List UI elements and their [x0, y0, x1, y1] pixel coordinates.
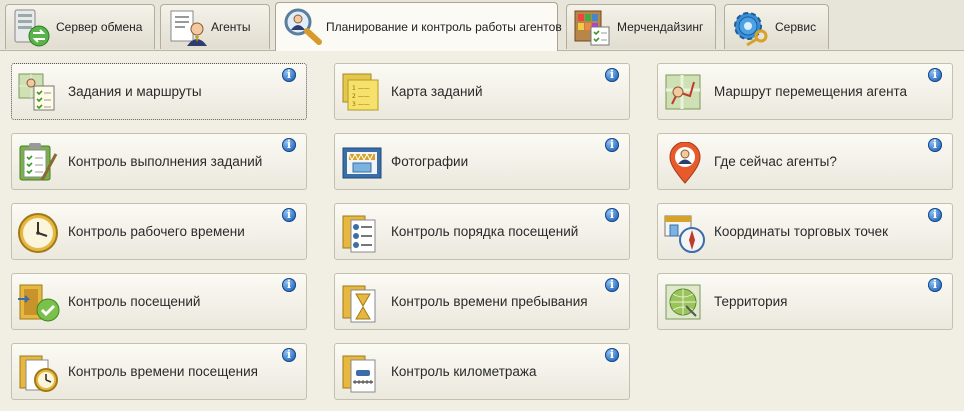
door-check-icon	[18, 284, 60, 322]
info-icon[interactable]: i	[282, 68, 296, 82]
info-icon[interactable]: i	[282, 348, 296, 362]
tab-bar: Сервер обмена Агенты Планирование и конт…	[0, 0, 964, 51]
tab-exchange-server[interactable]: Сервер обмена	[5, 4, 155, 49]
tile-visits-control[interactable]: Контроль посещений i	[11, 273, 307, 330]
tile-label: Задания и маршруты	[68, 84, 202, 99]
location-pin-agent-icon	[669, 142, 701, 184]
tiles-panel: Задания и маршруты i 1 —— 2 —— 3 —— Карт…	[0, 51, 964, 411]
tile-stay-time-control[interactable]: Контроль времени пребывания i	[334, 273, 630, 330]
store-photo-icon	[342, 147, 382, 179]
tile-label: Фотографии	[391, 154, 469, 169]
store-compass-icon	[664, 215, 705, 253]
info-icon[interactable]: i	[282, 208, 296, 222]
shelf-checklist-icon	[574, 10, 610, 46]
tab-label: Планирование и контроль работы агентов	[326, 20, 562, 34]
info-icon[interactable]: i	[282, 138, 296, 152]
tile-mileage-control[interactable]: Контроль километража i	[334, 343, 630, 400]
tile-label: Контроль рабочего времени	[68, 224, 245, 239]
tile-label: Контроль порядка посещений	[391, 224, 579, 239]
server-exchange-icon	[14, 9, 50, 47]
tile-task-completion-control[interactable]: Контроль выполнения заданий i	[11, 133, 307, 190]
tile-tasks-map[interactable]: 1 —— 2 —— 3 —— Карта заданий i	[334, 63, 630, 120]
tile-label: Координаты торговых точек	[714, 224, 889, 239]
tile-visit-time-control[interactable]: Контроль времени посещения i	[11, 343, 307, 400]
tab-label: Сервер обмена	[56, 20, 143, 34]
info-icon[interactable]: i	[928, 138, 942, 152]
tile-label: Контроль посещений	[68, 294, 201, 309]
map-checklist-icon	[18, 73, 55, 111]
svg-text:2 ——: 2 ——	[352, 93, 370, 100]
info-icon[interactable]: i	[605, 208, 619, 222]
info-icon[interactable]: i	[605, 348, 619, 362]
tile-work-time-control[interactable]: Контроль рабочего времени i	[11, 203, 307, 260]
info-icon[interactable]: i	[928, 278, 942, 292]
tile-photos[interactable]: Фотографии i	[334, 133, 630, 190]
mileage-ruler-icon	[342, 355, 376, 393]
clipboard-check-icon	[19, 143, 58, 181]
tile-label: Территория	[714, 294, 788, 309]
tile-visit-order-control[interactable]: Контроль порядка посещений i	[334, 203, 630, 260]
svg-text:3 ——: 3 ——	[352, 101, 370, 108]
magnifier-agent-icon	[284, 8, 322, 45]
tab-label: Мерчендайзинг	[617, 20, 704, 34]
info-icon[interactable]: i	[605, 278, 619, 292]
tile-label: Контроль времени посещения	[68, 364, 258, 379]
tile-agent-route[interactable]: Маршрут перемещения агента i	[657, 63, 953, 120]
info-icon[interactable]: i	[928, 208, 942, 222]
territory-globe-icon	[665, 284, 701, 320]
tab-planning-control[interactable]: Планирование и контроль работы агентов	[275, 2, 562, 51]
numbered-list-icon	[342, 215, 376, 253]
sticky-notes-icon: 1 —— 2 —— 3 ——	[342, 73, 379, 111]
tile-tasks-and-routes[interactable]: Задания и маршруты i	[11, 63, 307, 120]
tab-label: Агенты	[211, 20, 251, 34]
tab-service[interactable]: Сервис	[724, 4, 829, 49]
route-map-icon	[665, 74, 701, 110]
tab-merchandising[interactable]: Мерчендайзинг	[566, 4, 716, 49]
info-icon[interactable]: i	[605, 138, 619, 152]
folder-clock-icon	[19, 355, 58, 392]
tile-agents-location[interactable]: Где сейчас агенты? i	[657, 133, 953, 190]
gear-key-icon	[734, 12, 768, 47]
tab-label: Сервис	[775, 20, 817, 34]
svg-text:1 ——: 1 ——	[352, 85, 370, 92]
info-icon[interactable]: i	[928, 68, 942, 82]
clock-icon	[18, 213, 58, 253]
tile-label: Где сейчас агенты?	[714, 154, 837, 169]
tile-label: Контроль времени пребывания	[391, 294, 588, 309]
tile-territory[interactable]: Территория i	[657, 273, 953, 330]
hourglass-icon	[342, 285, 376, 323]
tile-label: Карта заданий	[391, 84, 483, 99]
info-icon[interactable]: i	[605, 68, 619, 82]
tile-label: Маршрут перемещения агента	[714, 84, 908, 99]
tile-store-coordinates[interactable]: Координаты торговых точек i	[657, 203, 953, 260]
tab-agents[interactable]: Агенты	[160, 4, 270, 49]
tile-label: Контроль километража	[391, 364, 537, 379]
agent-document-icon	[170, 10, 207, 46]
info-icon[interactable]: i	[282, 278, 296, 292]
tile-label: Контроль выполнения заданий	[68, 154, 263, 169]
